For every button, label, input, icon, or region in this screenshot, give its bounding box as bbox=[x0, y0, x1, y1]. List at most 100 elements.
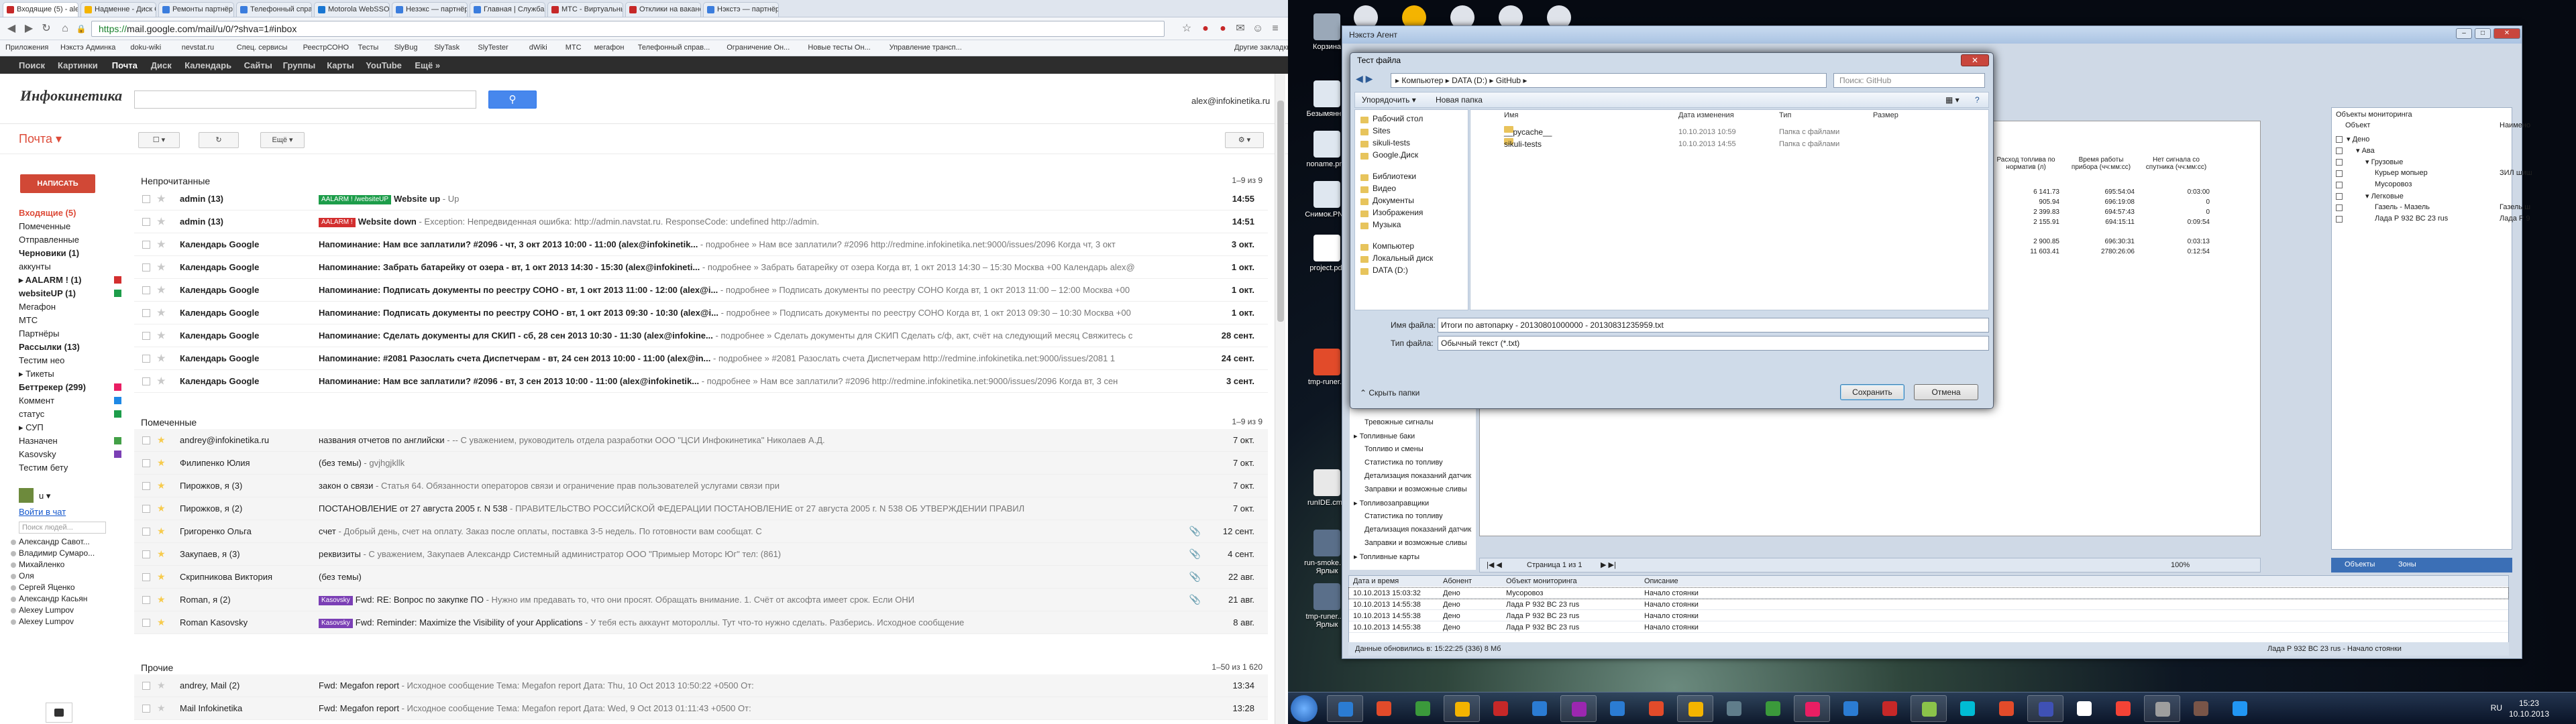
page-scrollbar[interactable] bbox=[1275, 74, 1285, 724]
report-tree-item[interactable]: Статистика по топливу bbox=[1364, 512, 1443, 520]
google-bar-link[interactable]: Группы bbox=[283, 60, 316, 70]
message-row[interactable]: ★ Roman, я (2) Kasovsky Fwd: RE: Вопрос по … bbox=[134, 589, 1268, 611]
nav-item[interactable]: Документы bbox=[1373, 196, 1414, 205]
monitoring-object[interactable]: Газель - Мазель bbox=[2375, 203, 2430, 211]
nav-item[interactable]: Музыка bbox=[1373, 220, 1401, 229]
taskbar-app-button[interactable] bbox=[1444, 695, 1480, 722]
sidebar-item[interactable]: Помеченные bbox=[19, 220, 70, 233]
object-checkbox[interactable] bbox=[2336, 159, 2343, 166]
chat-contact[interactable]: Оля bbox=[19, 570, 34, 582]
taskbar-app-button[interactable] bbox=[1599, 695, 1635, 722]
forward-icon[interactable]: ▶ bbox=[23, 23, 35, 35]
mail-switcher[interactable]: Почта ▾ bbox=[19, 132, 62, 146]
message-row[interactable]: ★ Roman Kasovsky Kasovsky Fwd: Reminder: Ma… bbox=[134, 611, 1268, 634]
star-icon[interactable]: ★ bbox=[157, 452, 166, 474]
message-row[interactable]: ★ Календарь Google Напоминание: Нам все за… bbox=[134, 233, 1268, 256]
google-bar-link[interactable]: Ещё » bbox=[415, 60, 440, 70]
taskbar-app-button[interactable] bbox=[1366, 695, 1402, 722]
star-icon[interactable]: ★ bbox=[157, 210, 166, 233]
file-column-header[interactable]: Имя bbox=[1504, 111, 1518, 119]
taskbar-app-button[interactable] bbox=[1833, 695, 1869, 722]
star-icon[interactable]: ★ bbox=[157, 543, 166, 565]
browser-tab[interactable]: Надменне - Диск Go bbox=[80, 2, 156, 17]
reload-icon[interactable]: ↻ bbox=[40, 23, 52, 35]
monitoring-object[interactable]: Лада Р 932 ВС 23 rus bbox=[2375, 215, 2448, 223]
taskbar-app-button[interactable] bbox=[1949, 695, 1986, 722]
nav-item[interactable]: Видео bbox=[1373, 184, 1396, 193]
taskbar-app-button[interactable] bbox=[2105, 695, 2141, 722]
first-page-icon[interactable]: |◀ ◀ bbox=[1487, 558, 1502, 572]
star-icon[interactable]: ★ bbox=[157, 674, 166, 697]
taskbar-app-button[interactable] bbox=[2027, 695, 2063, 722]
message-row[interactable]: ★ Закупаев, я (3) реквизиты - С уважением,… bbox=[134, 543, 1268, 566]
report-tree-item[interactable]: Детализация показаний датчик bbox=[1364, 526, 1471, 534]
google-bar-link[interactable]: Картинки bbox=[58, 60, 98, 70]
maximize-button[interactable]: □ bbox=[2475, 28, 2491, 39]
select-checkbox[interactable] bbox=[142, 459, 150, 467]
star-icon[interactable]: ★ bbox=[157, 429, 166, 451]
sidebar-item[interactable]: Мегафон bbox=[19, 300, 56, 314]
message-row[interactable]: ★ Календарь Google Напоминание: Подписать … bbox=[134, 279, 1268, 302]
event-row[interactable]: 10.10.2013 14:55:38 Дено Лада Р 932 ВС 23 … bbox=[1349, 599, 2508, 610]
sidebar-item[interactable]: Беттрекер (299) bbox=[19, 381, 86, 394]
view-icon[interactable]: ▦ ▾ bbox=[1945, 93, 1960, 107]
chat-toggle-button[interactable] bbox=[46, 703, 72, 723]
report-tree-item[interactable]: Статистика по топливу bbox=[1364, 459, 1443, 467]
search-button[interactable]: ⚲ bbox=[488, 90, 537, 109]
star-icon[interactable]: ★ bbox=[157, 589, 166, 611]
object-checkbox[interactable] bbox=[2336, 204, 2343, 211]
sidebar-item[interactable]: Черновики (1) bbox=[19, 247, 79, 260]
select-checkbox[interactable] bbox=[142, 241, 150, 249]
bookmark-item[interactable]: мегафон bbox=[594, 44, 625, 52]
sidebar-item[interactable]: Kasovsky bbox=[19, 448, 56, 461]
star-icon[interactable]: ★ bbox=[157, 188, 166, 210]
google-bar-link[interactable]: Почта bbox=[112, 60, 138, 70]
menu-icon[interactable]: ≡ bbox=[1269, 23, 1281, 35]
message-row[interactable]: ★ Календарь Google Напоминание: Забрать ба… bbox=[134, 256, 1268, 279]
home-icon[interactable]: ⌂ bbox=[59, 23, 71, 35]
sidebar-item[interactable]: Назначен bbox=[19, 434, 58, 448]
clock[interactable]: 15:23 10.10.2013 bbox=[2509, 698, 2549, 719]
sidebar-item[interactable]: статус bbox=[19, 408, 44, 421]
select-checkbox[interactable] bbox=[142, 332, 150, 340]
nav-item[interactable]: sikuli-tests bbox=[1373, 138, 1410, 147]
sidebar-item[interactable]: ▸ Тикеты bbox=[19, 367, 54, 381]
monitoring-object[interactable]: ▾ Легковые bbox=[2365, 192, 2404, 200]
browser-tab[interactable]: Нэкстэ — партнёр bbox=[703, 2, 779, 17]
message-row[interactable]: ★ Календарь Google Напоминание: Нам все за… bbox=[134, 370, 1268, 393]
select-checkbox-button[interactable]: ☐ ▾ bbox=[138, 132, 180, 148]
taskbar-app-button[interactable] bbox=[1716, 695, 1752, 722]
label-badge[interactable]: Kasovsky bbox=[319, 596, 353, 605]
label-badge[interactable]: Kasovsky bbox=[319, 619, 353, 628]
section-title[interactable]: Прочие bbox=[141, 662, 173, 673]
bookmark-item[interactable]: dWiki bbox=[529, 44, 547, 52]
select-checkbox[interactable] bbox=[142, 505, 150, 513]
browser-tab[interactable]: Телефонный спра bbox=[236, 2, 312, 17]
monitoring-object[interactable]: ▾ Ава bbox=[2356, 146, 2375, 155]
sidebar-item[interactable]: ▸ СУП bbox=[19, 421, 44, 434]
help-icon[interactable]: ? bbox=[1975, 93, 1980, 107]
extension-icon[interactable]: ☺ bbox=[1252, 23, 1264, 35]
scrollbar-thumb[interactable] bbox=[1277, 101, 1284, 322]
select-checkbox[interactable] bbox=[142, 550, 150, 558]
report-tree-item[interactable]: ▸ Топливозаправщики bbox=[1354, 499, 1429, 507]
section-pager[interactable]: 1–50 из 1 620 bbox=[1212, 662, 1263, 672]
star-icon[interactable]: ★ bbox=[157, 697, 166, 719]
browser-tab[interactable]: Отклики на вакансии bbox=[625, 2, 701, 17]
object-checkbox[interactable] bbox=[2336, 193, 2343, 200]
google-bar-link[interactable]: Карты bbox=[327, 60, 354, 70]
path-breadcrumb[interactable]: ▸ Компьютер ▸ DATA (D:) ▸ GitHub ▸ bbox=[1391, 73, 1827, 88]
report-tree-item[interactable]: Тревожные сигналы bbox=[1364, 418, 1434, 426]
bookmark-item[interactable]: Другие закладки bbox=[1234, 44, 1288, 52]
taskbar-app-button[interactable] bbox=[2144, 695, 2180, 722]
filename-input[interactable]: Итоги по автопарку - 20130801000000 - 20… bbox=[1438, 318, 1989, 333]
sidebar-item[interactable]: ▸ AALARM ! (1) bbox=[19, 274, 81, 287]
taskbar-app-button[interactable] bbox=[1638, 695, 1674, 722]
bookmark-item[interactable]: Управление трансп... bbox=[890, 44, 962, 52]
start-button[interactable] bbox=[1291, 695, 1318, 722]
search-input[interactable] bbox=[134, 90, 476, 109]
chat-status[interactable]: u ▾ bbox=[39, 489, 50, 503]
select-checkbox[interactable] bbox=[142, 705, 150, 713]
organize-button[interactable]: Упорядочить ▾ bbox=[1362, 93, 1416, 107]
select-checkbox[interactable] bbox=[142, 573, 150, 581]
